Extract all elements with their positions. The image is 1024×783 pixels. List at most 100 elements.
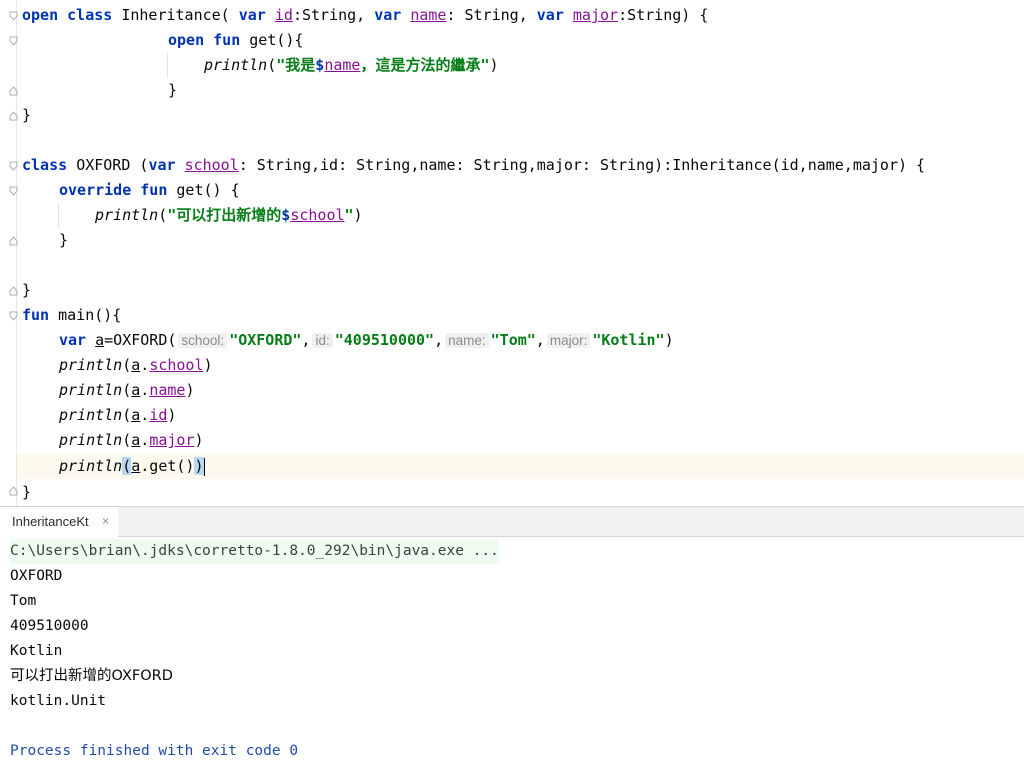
code-line-5[interactable]: } [22,103,31,128]
property: major [149,431,195,449]
code-text: . [140,356,150,374]
variable: a [95,331,105,349]
code-line-18[interactable]: println(a.major) [59,428,204,453]
parameter-hint: major: [546,333,591,348]
console-line: 409510000 [10,618,89,634]
keyword: fun [213,31,241,49]
keyword: var [536,6,564,24]
code-text: ) [203,356,213,374]
fold-collapse-icon[interactable] [9,161,18,171]
code-text: ) [664,331,674,349]
keyword: fun [22,306,50,324]
code-line-20[interactable]: } [22,480,31,505]
keyword: open [22,6,59,24]
code-line-8[interactable]: override fun get() { [59,178,240,203]
code-text: } [22,106,32,124]
code-text: } [59,231,69,249]
fold-end-icon[interactable] [9,86,18,96]
template-marker: $ [315,56,325,74]
fold-end-icon[interactable] [9,236,18,246]
property: school [290,206,345,224]
code-text: ( [158,206,168,224]
string-literal: "Kotlin" [592,331,665,349]
code-text: ) [353,206,363,224]
console-line: kotlin.Unit [10,693,107,709]
code-line-1[interactable]: open class Inheritance( var id:String, v… [22,3,708,28]
code-line-7[interactable]: class OXFORD (var school: String,id: Str… [22,153,925,178]
function-call: println [59,457,123,475]
parameter-hint: id: [312,333,333,348]
gutter-divider [16,0,17,506]
tab-inheritancekt[interactable]: InheritanceKt [0,507,118,537]
variable: a [131,457,141,475]
code-line-3[interactable]: println("我是$name，這是方法的繼承") [204,53,499,78]
run-tab-bar: InheritanceKt × [0,506,1024,537]
fold-end-icon[interactable] [9,486,18,496]
code-text: .get() [140,457,195,475]
string-literal: "Tom" [490,331,536,349]
tab-label: InheritanceKt [12,514,89,529]
editor-gutter [0,0,16,506]
code-editor[interactable]: open class Inheritance( var id:String, v… [0,0,1024,506]
fold-collapse-icon[interactable] [9,36,18,46]
console-command-line: C:\Users\brian\.jdks\corretto-1.8.0_292\… [10,539,499,564]
code-text: } [22,483,32,501]
keyword: var [238,6,266,24]
code-line-12[interactable]: } [22,278,31,303]
keyword: var [374,6,402,24]
code-text: ) [185,381,195,399]
property: name [149,381,186,399]
code-text: . [140,431,150,449]
console-line: Kotlin [10,643,63,659]
string-literal: " [344,206,354,224]
string-literal: "409510000" [334,331,435,349]
code-line-19[interactable]: println(a.get()) [59,454,205,479]
run-tool-window: InheritanceKt × C:\Users\brian\.jdks\cor… [0,506,1024,783]
code-text: ) [489,56,499,74]
close-icon[interactable]: × [102,515,114,527]
keyword: override [59,181,132,199]
console-line: 可以打出新增的OXFORD [10,668,173,684]
fold-collapse-icon[interactable] [9,11,18,21]
code-line-13[interactable]: fun main(){ [22,303,121,328]
code-text: ( [122,431,132,449]
code-text: :String, [292,6,375,24]
keyword: open [168,31,205,49]
code-text: } [22,281,32,299]
property: school [149,356,204,374]
code-line-14[interactable]: var a=OXFORD(school: "OXFORD", id: "4095100… [59,328,674,353]
code-text: } [168,81,178,99]
function-call: println [204,56,268,74]
code-line-17[interactable]: println(a.id) [59,403,176,428]
code-text: : String,id: String,name: String,major: … [238,156,926,174]
process-finished-line: Process finished with exit code 0 [10,743,299,759]
code-text: ( [267,56,277,74]
code-line-4[interactable]: } [168,78,177,103]
keyword: var [148,156,176,174]
class-name: Inheritance( [121,6,230,24]
property: major [572,6,619,24]
code-text: ( [122,406,132,424]
code-text: get() { [176,181,240,199]
string-literal: "OXFORD" [229,331,302,349]
code-text: :String) { [618,6,709,24]
code-text: . [140,406,150,424]
fold-end-icon[interactable] [9,286,18,296]
ide-window: open class Inheritance( var id:String, v… [0,0,1024,783]
code-line-9[interactable]: println("可以打出新增的$school") [95,203,363,228]
function-call: println [95,206,159,224]
function-call: println [59,406,123,424]
code-text: , [434,331,444,349]
fold-collapse-icon[interactable] [9,311,18,321]
code-line-15[interactable]: println(a.school) [59,353,213,378]
property: school [184,156,239,174]
fold-collapse-icon[interactable] [9,186,18,196]
code-line-16[interactable]: println(a.name) [59,378,194,403]
code-line-2[interactable]: open fun get(){ [168,28,303,53]
code-line-10[interactable]: } [59,228,68,253]
keyword: fun [140,181,168,199]
indent-guide [167,53,168,78]
keyword: class [67,6,113,24]
fold-end-icon[interactable] [9,111,18,121]
property: id [274,6,293,24]
